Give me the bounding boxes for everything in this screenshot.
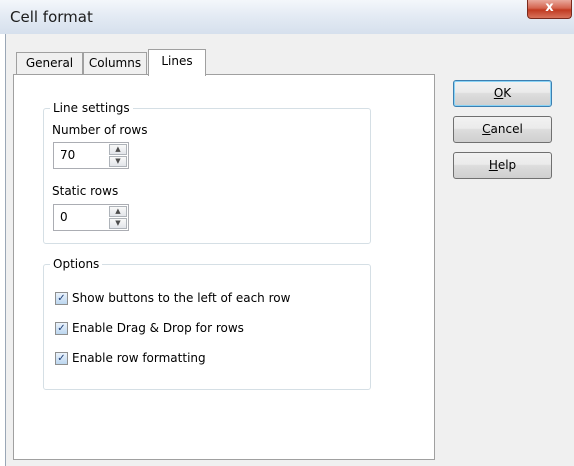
- ok-label-rest: K: [503, 86, 512, 100]
- up-arrow-icon: ▲: [115, 145, 121, 153]
- static-rows-value[interactable]: 0: [60, 210, 68, 224]
- drag-drop-label[interactable]: Enable Drag & Drop for rows: [72, 321, 244, 335]
- tab-panel-lines: Line settings Number of rows 70 ▲ ▼ Stat…: [13, 74, 435, 460]
- spin-down-button[interactable]: ▼: [109, 156, 127, 167]
- cancel-mnemonic: C: [482, 122, 491, 136]
- window-title: Cell format: [10, 8, 93, 26]
- drag-drop-checkbox[interactable]: ✓: [55, 322, 68, 335]
- number-of-rows-stepper[interactable]: 70 ▲ ▼: [53, 142, 129, 169]
- checkmark-icon: ✓: [57, 293, 66, 304]
- cancel-label-rest: ancel: [490, 122, 523, 136]
- tab-lines[interactable]: Lines: [148, 49, 206, 76]
- up-arrow-icon: ▲: [115, 207, 121, 215]
- ok-button[interactable]: OK: [453, 80, 552, 107]
- checkmark-icon: ✓: [57, 353, 66, 364]
- title-bar[interactable]: Cell format x: [0, 0, 574, 34]
- static-rows-label: Static rows: [52, 184, 119, 198]
- spin-buttons: ▲ ▼: [109, 206, 127, 229]
- spin-buttons: ▲ ▼: [109, 144, 127, 167]
- help-mnemonic: H: [488, 158, 498, 172]
- down-arrow-icon: ▼: [115, 157, 121, 165]
- down-arrow-icon: ▼: [115, 219, 121, 227]
- tab-label: Lines: [161, 54, 193, 68]
- spin-up-button[interactable]: ▲: [109, 206, 127, 217]
- line-settings-legend: Line settings: [50, 101, 133, 115]
- row-formatting-checkbox[interactable]: ✓: [55, 352, 68, 365]
- help-label-rest: elp: [497, 158, 517, 172]
- cancel-button[interactable]: Cancel: [453, 116, 552, 143]
- number-of-rows-label: Number of rows: [52, 123, 148, 137]
- help-button[interactable]: Help: [453, 152, 552, 179]
- row-formatting-label[interactable]: Enable row formatting: [72, 351, 206, 365]
- close-icon: x: [545, 0, 554, 15]
- tab-label: General: [25, 56, 74, 70]
- tab-columns[interactable]: Columns: [83, 52, 147, 74]
- checkmark-icon: ✓: [57, 323, 66, 334]
- close-button[interactable]: x: [527, 0, 572, 19]
- show-buttons-label[interactable]: Show buttons to the left of each row: [72, 291, 290, 305]
- tab-general[interactable]: General: [16, 52, 83, 74]
- show-buttons-checkbox[interactable]: ✓: [55, 292, 68, 305]
- ok-mnemonic: O: [493, 86, 504, 100]
- options-legend: Options: [50, 257, 103, 271]
- tab-label: Columns: [88, 56, 142, 70]
- number-of-rows-value[interactable]: 70: [60, 148, 75, 162]
- spin-up-button[interactable]: ▲: [109, 144, 127, 155]
- spin-down-button[interactable]: ▼: [109, 218, 127, 229]
- static-rows-stepper[interactable]: 0 ▲ ▼: [53, 204, 129, 231]
